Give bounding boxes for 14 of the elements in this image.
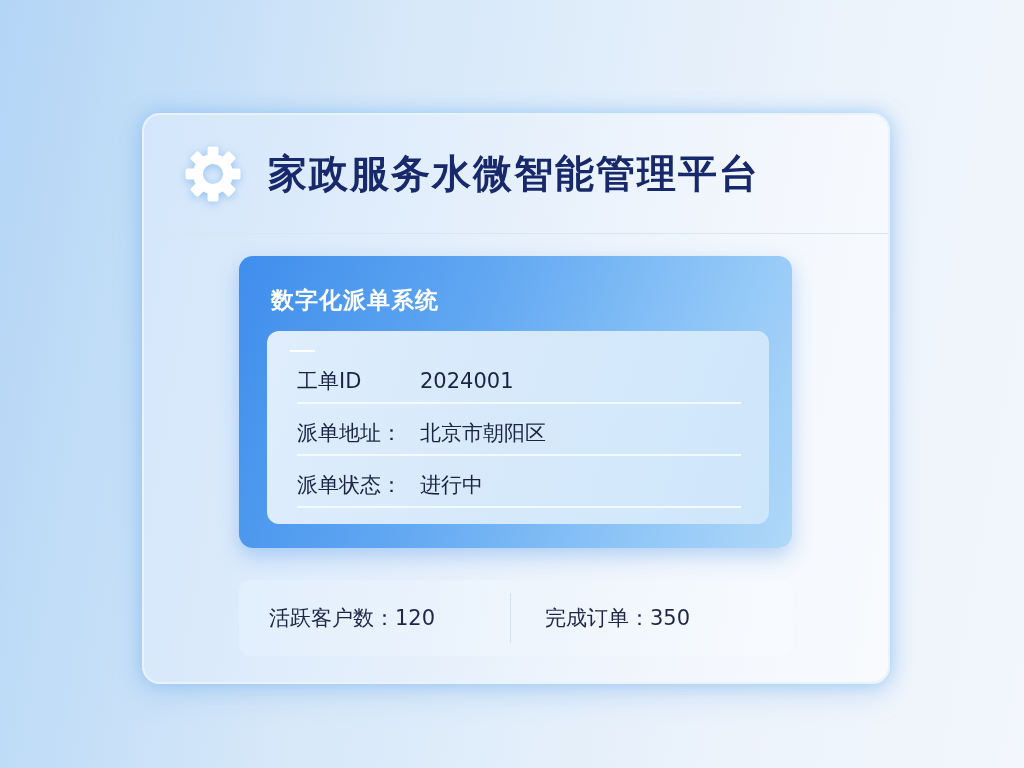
- field-label: 工单ID: [297, 368, 363, 394]
- stat-label: 完成订单：: [545, 605, 650, 631]
- field-label: 派单状态：: [297, 472, 403, 498]
- accent-line: [290, 350, 315, 352]
- field-value: 北京市朝阳区: [420, 420, 546, 446]
- field-value: 进行中: [420, 472, 483, 498]
- stat-value: 350: [650, 605, 691, 631]
- field-value: 2024001: [420, 368, 514, 394]
- app-title: 家政服务水微智能管理平台: [268, 150, 760, 198]
- card-title: 数字化派单系统: [271, 286, 440, 315]
- gear-icon: [185, 146, 241, 202]
- field-label: 派单地址：: [297, 420, 403, 446]
- stat-value: 120: [395, 605, 436, 631]
- stat-label: 活跃客户数：: [269, 605, 395, 631]
